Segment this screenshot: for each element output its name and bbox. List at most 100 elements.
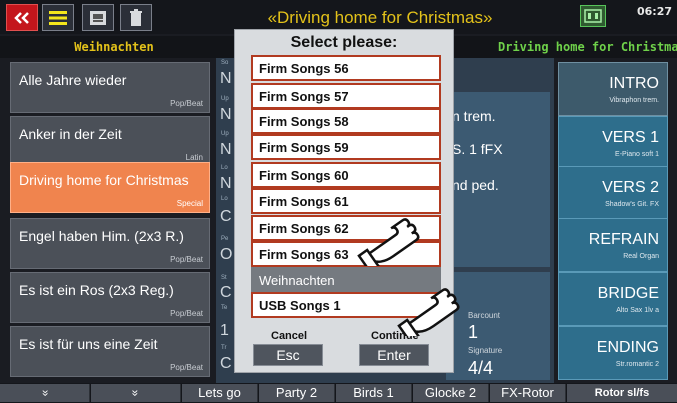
row-glyph: N [220, 141, 232, 158]
item-label: Firm Songs 60 [259, 168, 349, 183]
row-glyph: N [220, 106, 232, 123]
row-tag: Pe [221, 236, 229, 242]
keyboard-button[interactable] [580, 5, 606, 27]
part-intro-button[interactable]: INTRO Vibraphon trem. [558, 62, 668, 116]
item-label: Firm Songs 59 [259, 140, 349, 155]
chevron-up-icon: « [37, 389, 52, 397]
chevron-down-icon: » [128, 389, 143, 397]
song-style: Pop/Beat [170, 255, 203, 264]
item-label: Firm Songs 61 [259, 194, 349, 209]
part-name: VERS 2 [602, 179, 659, 196]
part-name: ENDING [596, 339, 659, 356]
delete-button[interactable] [120, 4, 152, 31]
song-name: Driving home for Christmas [19, 172, 189, 188]
dialog-list-item[interactable]: Firm Songs 56 [251, 55, 441, 81]
row-tag: Lo [221, 165, 228, 171]
row-tag: Up [221, 96, 229, 102]
hand-pointer-icon [397, 288, 460, 336]
song-name: Engel haben Him. (2x3 R.) [19, 228, 184, 244]
song-title: «Driving home for Christmas» [267, 8, 493, 27]
song-item-selected[interactable]: Driving home for Christmas Special [10, 162, 210, 213]
row-glyph: N [220, 175, 232, 192]
cancel-label: Cancel [271, 330, 308, 342]
part-sound: Shadow's Git. FX [605, 201, 659, 208]
bottom-bar: « » Lets go Party 2 Birds 1 Glocke 2 FX-… [0, 383, 677, 403]
trash-icon [130, 8, 142, 26]
song-name: Anker in der Zeit [19, 126, 122, 142]
part-sound: Alto Sax 1lv a [616, 307, 659, 314]
back-icon [14, 11, 29, 24]
dialog-list-item[interactable]: Firm Songs 60 [251, 162, 441, 188]
part-name: BRIDGE [597, 285, 659, 302]
dialog-title: Select please: [290, 34, 398, 51]
item-label: USB Songs 1 [259, 298, 341, 313]
row-glyph: 1 [220, 322, 229, 339]
sound-line-1: n trem. [452, 108, 496, 124]
signature-value: 4/4 [468, 358, 494, 378]
list-header: Weihnachten [0, 36, 228, 58]
row-glyph: C [220, 355, 232, 372]
preset-button[interactable]: FX-Rotor [490, 384, 566, 402]
part-sound: Real Organ [623, 253, 659, 260]
song-style: Pop/Beat [170, 363, 203, 372]
item-label: Firm Songs 63 [259, 247, 349, 262]
part-sound: E-Piano soft 1 [615, 151, 659, 158]
row-glyph: N [220, 70, 232, 87]
row-tag: Te [221, 305, 228, 311]
usb-icon [90, 10, 106, 25]
part-ending-button[interactable]: ENDING Str.romantic 2 [558, 326, 668, 380]
item-label: Firm Songs 57 [259, 89, 349, 104]
esc-button[interactable]: Esc [253, 344, 323, 366]
menu-button[interactable] [42, 4, 74, 31]
item-label: Weihnachten [259, 273, 335, 288]
row-tag: So [221, 60, 229, 66]
song-name: Alle Jahre wieder [19, 72, 127, 88]
song-style: Pop/Beat [170, 309, 203, 318]
item-label: Firm Songs 56 [259, 61, 349, 76]
back-button[interactable] [6, 4, 38, 31]
preset-button[interactable]: Glocke 2 [413, 384, 489, 402]
current-song-header: Driving home for Christmas [454, 36, 677, 58]
preset-button[interactable]: Party 2 [259, 384, 335, 402]
preset-button[interactable]: Rotor sl/fs [567, 384, 677, 402]
usb-button[interactable] [82, 4, 114, 31]
song-style: Latin [185, 153, 203, 162]
part-vers1-button[interactable]: VERS 1 E-Piano soft 1 [558, 116, 668, 170]
song-item[interactable]: Es ist ein Ros (2x3 Reg.) Pop/Beat [10, 272, 210, 323]
row-tag: Lo [221, 196, 228, 202]
dialog-list-item[interactable]: Firm Songs 58 [251, 108, 441, 134]
part-bridge-button[interactable]: BRIDGE Alto Sax 1lv a [558, 272, 668, 326]
row-glyph: O [220, 246, 233, 263]
sound-line-3: nd ped. [452, 177, 499, 193]
part-name: VERS 1 [602, 129, 659, 146]
row-glyph: C [220, 208, 232, 225]
song-name: Es ist ein Ros (2x3 Reg.) [19, 282, 174, 298]
part-vers2-button[interactable]: VERS 2 Shadow's Git. FX [558, 166, 668, 220]
preset-button[interactable]: Lets go [182, 384, 258, 402]
dialog-list-item[interactable]: Firm Songs 59 [251, 134, 441, 160]
page-up-button[interactable]: « [0, 384, 90, 402]
song-style: Pop/Beat [170, 99, 203, 108]
dialog-list-item[interactable]: Firm Songs 57 [251, 83, 441, 109]
hand-pointer-icon [357, 218, 420, 266]
song-item[interactable]: Anker in der Zeit Latin [10, 116, 210, 167]
row-glyph: C [220, 284, 232, 301]
item-label: Firm Songs 58 [259, 114, 349, 129]
barcount-label: Barcount [468, 311, 501, 320]
part-name: REFRAIN [588, 231, 659, 248]
part-refrain-button[interactable]: REFRAIN Real Organ [558, 218, 668, 272]
menu-icon [49, 10, 67, 25]
preset-button[interactable]: Birds 1 [336, 384, 412, 402]
clock: 06:27 [636, 5, 672, 18]
song-item[interactable]: Alle Jahre wieder Pop/Beat [10, 62, 210, 113]
song-name: Es ist für uns eine Zeit [19, 336, 158, 352]
row-tag: St [221, 275, 227, 281]
row-tag: Up [221, 131, 229, 137]
signature-label: Signature [468, 346, 503, 355]
part-sound: Str.romantic 2 [615, 361, 659, 368]
part-name: INTRO [609, 75, 659, 92]
song-item[interactable]: Es ist für uns eine Zeit Pop/Beat [10, 326, 210, 377]
page-down-button[interactable]: » [91, 384, 181, 402]
song-item[interactable]: Engel haben Him. (2x3 R.) Pop/Beat [10, 218, 210, 269]
enter-button[interactable]: Enter [359, 344, 429, 366]
